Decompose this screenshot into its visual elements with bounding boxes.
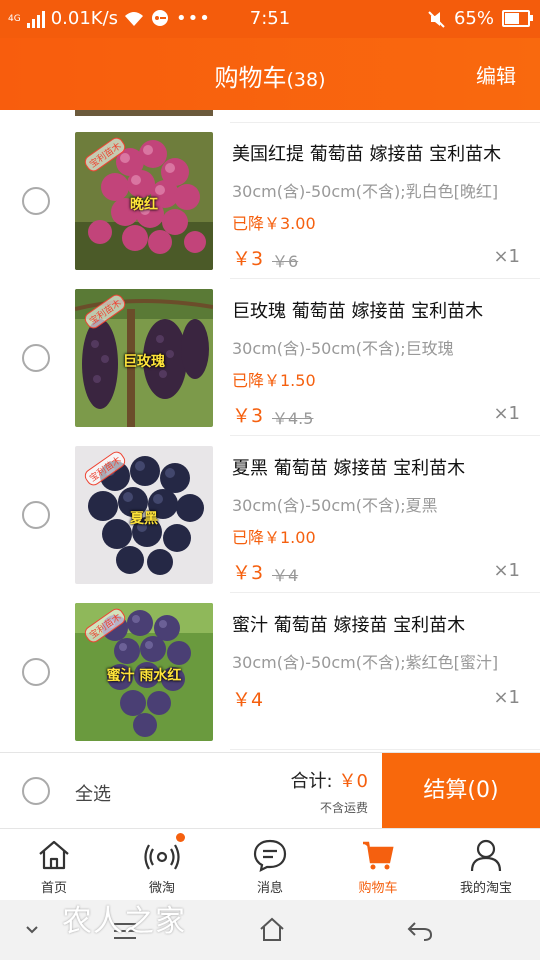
select-all-radio[interactable]	[22, 777, 50, 805]
tab-weitao[interactable]: 微淘	[108, 829, 216, 901]
divider	[230, 122, 540, 123]
battery-percent: 65%	[453, 8, 494, 29]
product-name[interactable]: 巨玫瑰 葡萄苗 嫁接苗 宝利苗木	[232, 297, 483, 323]
partial-thumbnail	[75, 110, 213, 116]
divider	[230, 749, 540, 750]
item-select-radio[interactable]	[22, 501, 50, 529]
cart-icon	[363, 841, 394, 870]
cart-item: 宝利苗木 晚红 美国红提 葡萄苗 嫁接苗 宝利苗木 30cm(含)-50cm(不…	[0, 132, 540, 288]
cart-item: 宝利苗木 蜜汁 雨水红 蜜汁 葡萄苗 嫁接苗 宝利苗木 30cm(含)-50cm…	[0, 603, 540, 752]
cart-list[interactable]: 宝利苗木 晚红 美国红提 葡萄苗 嫁接苗 宝利苗木 30cm(含)-50cm(不…	[0, 110, 540, 752]
total-amount: ￥0	[338, 771, 368, 792]
checkout-bar: 全选 合计: ￥0 不含运费 结算(0)	[0, 752, 540, 829]
product-spec[interactable]: 30cm(含)-50cm(不含);巨玫瑰	[232, 335, 454, 359]
select-all-label[interactable]: 全选	[75, 780, 111, 806]
product-spec[interactable]: 30cm(含)-50cm(不含);夏黑	[232, 492, 438, 516]
item-select-radio[interactable]	[22, 658, 50, 686]
broadcast-icon	[144, 844, 180, 870]
shipping-note: 不含运费	[319, 801, 368, 815]
divider	[230, 592, 540, 593]
product-name[interactable]: 美国红提 葡萄苗 嫁接苗 宝利苗木	[232, 140, 501, 166]
tab-home[interactable]: 首页	[0, 829, 108, 901]
item-select-radio[interactable]	[22, 344, 50, 372]
watermark-text: 农人之家	[62, 904, 186, 939]
battery-icon	[502, 10, 533, 27]
image-caption: 夏黑	[130, 511, 158, 527]
original-price: ￥4.5	[272, 409, 314, 428]
divider	[230, 278, 540, 279]
total-price: 合计: ￥0	[290, 767, 368, 793]
product-price: ￥3	[232, 405, 264, 427]
product-image[interactable]: 宝利苗木 夏黑	[75, 446, 213, 584]
bottom-tab-bar: 首页 微淘 消息 购物车 我的淘宝	[0, 828, 540, 901]
price-drop: 已降￥3.00	[232, 214, 316, 233]
original-price: ￥4	[272, 566, 299, 585]
tab-label: 首页	[40, 881, 67, 896]
product-spec[interactable]: 30cm(含)-50cm(不含);乳白色[晚红]	[232, 178, 498, 202]
tab-label: 我的淘宝	[459, 881, 512, 896]
product-price: ￥3	[232, 248, 264, 270]
page-title: 购物车(38)	[0, 58, 540, 93]
total-label: 合计:	[290, 771, 333, 792]
back-icon[interactable]	[406, 920, 434, 942]
page-title-text: 购物车	[214, 64, 287, 92]
product-price: ￥4	[232, 689, 264, 711]
cart-item: 宝利苗木 夏黑 夏黑 葡萄苗 嫁接苗 宝利苗木 30cm(含)-50cm(不含)…	[0, 446, 540, 602]
tab-my-taobao[interactable]: 我的淘宝	[432, 829, 540, 901]
product-spec[interactable]: 30cm(含)-50cm(不含);紫红色[蜜汁]	[232, 649, 498, 673]
quantity: ×1	[493, 560, 520, 581]
tab-label: 消息	[256, 881, 283, 896]
cart-item: 宝利苗木 巨玫瑰 巨玫瑰 葡萄苗 嫁接苗 宝利苗木 30cm(含)-50cm(不…	[0, 289, 540, 445]
price-drop: 已降￥1.00	[232, 528, 316, 547]
cart-count: (38)	[286, 69, 326, 91]
divider	[230, 435, 540, 436]
home-nav-icon[interactable]	[258, 916, 286, 942]
cart-header: 购物车(38) 编辑	[0, 38, 540, 110]
product-image[interactable]: 宝利苗木 晚红	[75, 132, 213, 270]
product-price: ￥3	[232, 562, 264, 584]
image-caption: 巨玫瑰	[123, 354, 165, 370]
tab-cart[interactable]: 购物车	[324, 829, 432, 901]
product-image[interactable]: 宝利苗木 蜜汁 雨水红	[75, 603, 213, 741]
status-right: 65%	[428, 8, 533, 29]
quantity: ×1	[493, 687, 520, 708]
product-image[interactable]: 宝利苗木 巨玫瑰	[75, 289, 213, 427]
tab-label: 微淘	[148, 881, 175, 896]
price-drop: 已降￥1.50	[232, 371, 316, 390]
notification-dot	[176, 833, 185, 842]
user-icon	[470, 839, 502, 872]
tab-messages[interactable]: 消息	[216, 829, 324, 901]
settle-button[interactable]: 结算(0)	[382, 753, 540, 829]
image-caption: 晚红	[130, 197, 158, 213]
product-name[interactable]: 蜜汁 葡萄苗 嫁接苗 宝利苗木	[232, 611, 465, 637]
chevron-down-icon[interactable]	[24, 922, 40, 938]
tab-label: 购物车	[358, 881, 398, 896]
status-bar: 4G 0.01K/s ••• 7:51 65%	[0, 0, 540, 38]
home-icon	[39, 840, 69, 870]
quantity: ×1	[493, 403, 520, 424]
mute-icon	[428, 10, 445, 28]
original-price: ￥6	[272, 252, 299, 271]
image-caption: 蜜汁 雨水红	[106, 668, 182, 684]
item-select-radio[interactable]	[22, 187, 50, 215]
message-icon	[253, 839, 287, 872]
quantity: ×1	[493, 246, 520, 267]
product-name[interactable]: 夏黑 葡萄苗 嫁接苗 宝利苗木	[232, 454, 465, 480]
edit-button[interactable]: 编辑	[476, 60, 516, 89]
